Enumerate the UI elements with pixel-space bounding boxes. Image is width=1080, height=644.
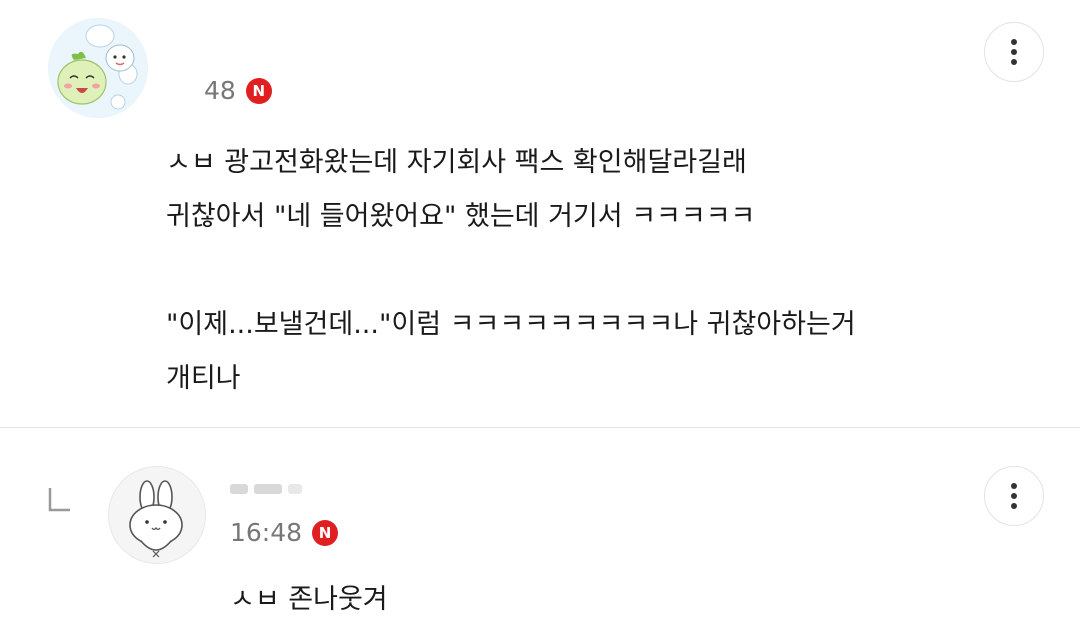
comment-body: ㅅㅂ 광고전화왔는데 자기회사 팩스 확인해달라길래 귀찮아서 "네 들어왔어요… [166,136,1046,406]
reply-username-blurred [230,478,330,500]
reply-more-button[interactable] [984,466,1044,526]
reply-meta: 16:48 N [230,518,339,547]
cartoon-characters-avatar-icon [48,18,148,118]
commenter-avatar[interactable] [48,18,148,118]
new-badge: N [245,77,272,104]
reply-time: 16:48 [230,518,303,547]
comment-line [166,244,1046,298]
comment-thread: 48 N ㅅㅂ 광고전화왔는데 자기회사 팩스 확인해달라길래 귀찮아서 "네 … [0,0,1080,644]
comment-line: 개티나 [166,363,241,394]
comment-divider [0,427,1080,428]
reply-avatar[interactable] [108,466,206,564]
more-vertical-icon [1011,39,1017,65]
bunny-avatar-icon [109,467,205,563]
new-badge: N [312,519,339,546]
comment-meta: 48 N [204,76,272,105]
comment-time: 48 [204,76,236,105]
comment-line: 귀찮아서 "네 들어왔어요" 했는데 거기서 ㅋㅋㅋㅋㅋ [166,201,756,232]
reply-corner-icon [48,488,70,512]
comment-line: ㅅㅂ 광고전화왔는데 자기회사 팩스 확인해달라길래 [166,147,747,178]
comment-more-button[interactable] [984,22,1044,82]
comment-line: "이제...보낼건데..."이럼 ㅋㅋㅋㅋㅋㅋㅋㅋㅋ나 귀찮아하는거 [166,309,856,340]
reply-body: ㅅㅂ 존나웃겨 [230,584,388,615]
more-vertical-icon [1011,483,1017,509]
